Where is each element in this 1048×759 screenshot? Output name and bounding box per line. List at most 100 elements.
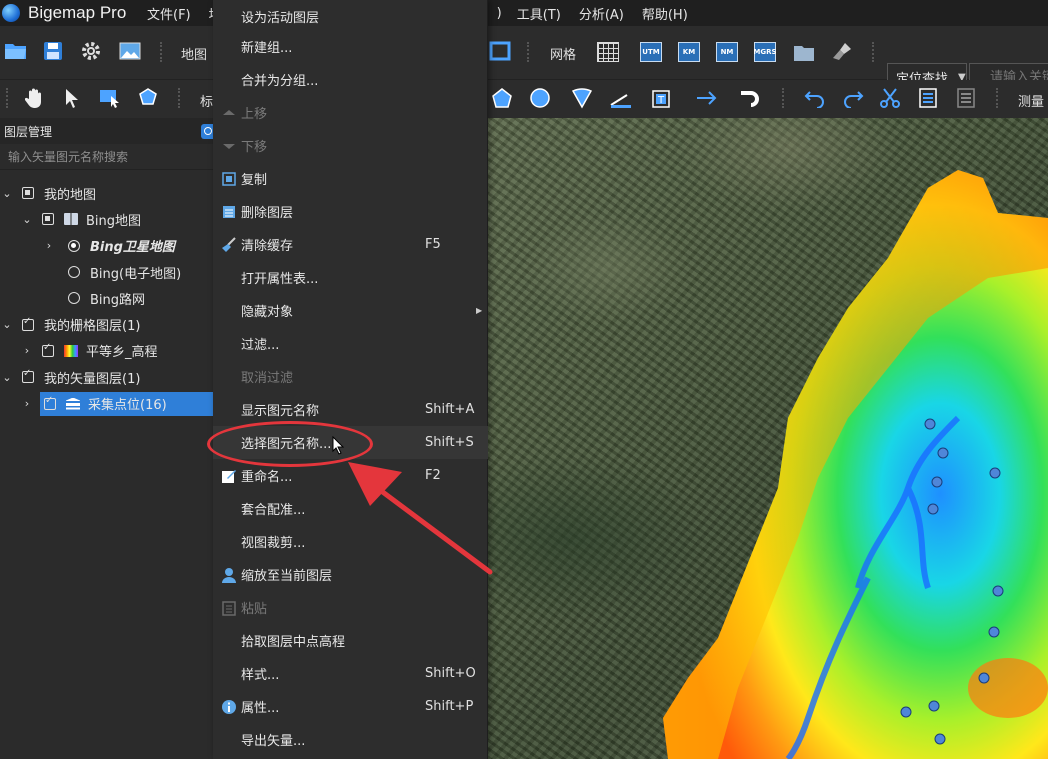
point-marker[interactable] (937, 447, 949, 459)
chevron-right-icon[interactable]: › (42, 239, 56, 252)
save-icon[interactable] (42, 40, 64, 62)
menu-item-new-group[interactable]: 新建组... (213, 30, 488, 63)
open-folder-icon[interactable] (4, 40, 28, 62)
chevron-right-icon[interactable]: › (20, 344, 34, 357)
settings-gear-icon[interactable] (80, 40, 102, 62)
chevron-right-icon[interactable]: › (20, 397, 34, 410)
point-marker[interactable] (992, 585, 1004, 597)
menu-item-export-vector[interactable]: 导出矢量... (213, 723, 488, 756)
pentagon-icon[interactable] (490, 86, 514, 110)
menu-help[interactable]: 帮助(H) (633, 4, 697, 23)
scissors-icon[interactable] (878, 86, 902, 110)
menu-file[interactable]: 文件(F) (138, 4, 200, 23)
menu-item-style[interactable]: 样式... Shift+O (213, 657, 488, 690)
menu-item-cancel-filter[interactable]: 取消过滤 (213, 360, 488, 393)
point-marker[interactable] (928, 700, 940, 712)
nm-grid-icon[interactable]: NM (716, 42, 738, 62)
map-canvas[interactable] (488, 118, 1048, 759)
document-icon[interactable] (916, 86, 940, 110)
chevron-down-icon[interactable]: ⌄ (0, 187, 14, 200)
point-marker[interactable] (900, 706, 912, 718)
menu-analysis[interactable]: 分析(A) (570, 4, 633, 23)
tree-node-bing-satellite[interactable]: › Bing卫星地图 (0, 233, 218, 259)
curved-arrow-icon[interactable] (738, 86, 764, 110)
menu-item-paste[interactable]: 粘贴 (213, 591, 488, 624)
menu-item-label: 属性... (241, 701, 280, 716)
radio[interactable] (68, 266, 80, 279)
folder-icon[interactable] (792, 42, 816, 64)
menu-item-show-feature-names[interactable]: 显示图元名称 Shift+A (213, 393, 488, 426)
point-marker[interactable] (924, 418, 936, 430)
menu-item-move-up[interactable]: 上移 (213, 96, 488, 129)
selected-layer-row[interactable]: 采集点位(16) (40, 391, 214, 416)
chevron-down-icon[interactable]: ⌄ (0, 371, 14, 384)
menu-item-label: 导出矢量... (241, 734, 306, 749)
toolbar-separator (782, 88, 784, 108)
tree-node-my-map[interactable]: ⌄ 我的地图 (0, 180, 218, 206)
tree-node-raster-layers[interactable]: ⌄ 我的栅格图层(1) (0, 311, 218, 337)
menu-item-pick-elevation[interactable]: 拾取图层中点高程 (213, 624, 488, 657)
image-icon[interactable] (118, 40, 142, 62)
chevron-down-icon[interactable]: ⌄ (20, 213, 34, 226)
layer-filter-input[interactable]: 输入矢量图元名称搜索 (0, 144, 218, 170)
checkbox[interactable] (42, 213, 54, 226)
utm-grid-icon[interactable]: UTM (640, 42, 662, 62)
grid-icon[interactable] (597, 42, 619, 62)
sector-icon[interactable] (570, 86, 594, 110)
tree-node-elevation[interactable]: › 平等乡_高程 (0, 338, 218, 364)
undo-icon[interactable] (803, 86, 827, 110)
select-arrow-icon[interactable] (62, 86, 82, 110)
menu-bar: Bigemap Pro 文件(F) 地 ) 工具(T) 分析(A) 帮助(H) (0, 0, 1048, 26)
point-marker[interactable] (988, 626, 1000, 638)
menu-item-set-active[interactable]: 设为活动图层 (213, 0, 488, 33)
menu-item-merge-group[interactable]: 合并为分组... (213, 63, 488, 96)
box-select-icon[interactable] (98, 86, 122, 110)
menu-item-copy[interactable]: 复制 (213, 162, 488, 195)
menu-item-clear-cache[interactable]: 清除缓存 F5 (213, 228, 488, 261)
mgrs-grid-icon[interactable]: MGRS (753, 42, 777, 62)
circle-icon[interactable] (528, 86, 552, 110)
point-marker[interactable] (989, 467, 1001, 479)
menu-item-delete-layer[interactable]: 删除图层 (213, 195, 488, 228)
menu-item-label: 套合配准... (241, 503, 306, 518)
menu-item-move-down[interactable]: 下移 (213, 129, 488, 162)
point-marker[interactable] (978, 672, 990, 684)
tree-node-bing-map[interactable]: ⌄ Bing地图 (0, 206, 218, 232)
radio[interactable] (68, 292, 80, 305)
svg-text:T: T (657, 95, 665, 106)
menu-truncated[interactable]: ) (497, 6, 508, 21)
chevron-down-icon[interactable]: ⌄ (0, 318, 14, 331)
checkbox[interactable] (42, 342, 54, 357)
point-marker[interactable] (934, 733, 946, 745)
move-down-icon (221, 138, 237, 154)
tree-node-bing-roads[interactable]: Bing路网 (0, 285, 218, 311)
user-zoom-icon (221, 567, 237, 583)
list-document-icon[interactable] (954, 86, 978, 110)
menu-item-label: 过滤... (241, 338, 280, 353)
redo-icon[interactable] (841, 86, 865, 110)
checkbox[interactable] (22, 368, 34, 384)
menu-item-filter[interactable]: 过滤... (213, 327, 488, 360)
measure-ruler-icon[interactable] (608, 86, 634, 110)
arrow-right-icon[interactable] (694, 86, 722, 110)
checkbox[interactable] (22, 187, 34, 200)
frame-select-icon[interactable] (488, 40, 512, 62)
pan-hand-icon[interactable] (24, 86, 46, 110)
polygon-select-icon[interactable] (136, 86, 160, 110)
menu-item-attribute-table[interactable]: 打开属性表... (213, 261, 488, 294)
menu-item-hide-objects[interactable]: 隐藏对象 ▶ (213, 294, 488, 327)
tree-node-bing-electronic[interactable]: Bing(电子地图) (0, 259, 218, 285)
checkbox[interactable] (22, 316, 34, 331)
point-marker[interactable] (927, 503, 939, 515)
point-marker[interactable] (931, 476, 943, 488)
checkbox[interactable] (44, 395, 56, 410)
mark-label: 标 (200, 95, 214, 110)
brush-icon[interactable] (830, 40, 854, 62)
tree-node-collection-points[interactable]: › 采集点位(16) (0, 390, 218, 416)
menu-item-properties[interactable]: 属性... Shift+P (213, 690, 488, 723)
text-tool-icon[interactable]: T (650, 86, 676, 110)
km-grid-icon[interactable]: KM (678, 42, 700, 62)
radio-selected[interactable] (68, 239, 80, 252)
tree-node-vector-layers[interactable]: ⌄ 我的矢量图层(1) (0, 364, 218, 390)
menu-tools[interactable]: 工具(T) (508, 4, 570, 23)
